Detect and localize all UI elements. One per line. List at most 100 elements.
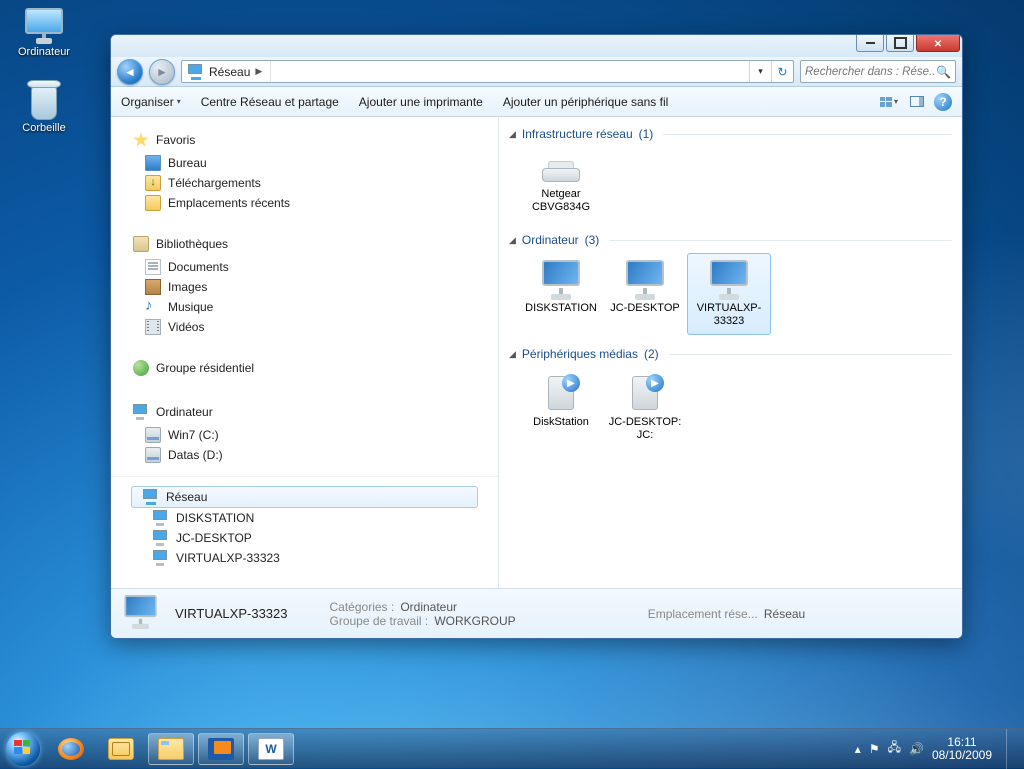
desktop-icon-label: Corbeille [22,122,65,134]
view-options-button[interactable]: ▾ [878,92,900,112]
taskbar: W ▴ ⚑ 🖧 🔊 16:11 08/10/2009 [0,728,1024,768]
tile-computer[interactable]: DISKSTATION [519,253,603,335]
nav-item-net-diskstation[interactable]: DISKSTATION [131,508,478,528]
refresh-icon: ↻ [777,65,787,79]
tile-computer[interactable]: JC-DESKTOP [603,253,687,335]
nav-item-documents[interactable]: Documents [123,257,486,277]
category-media: ◢Périphériques médias (2) ▶ DiskStation ▶… [509,345,952,449]
help-button[interactable]: ? [934,93,952,111]
nav-item-images[interactable]: Images [123,277,486,297]
tile-label: JC-DESKTOP: JC: [606,416,684,442]
document-icon [145,259,161,275]
nav-item-net-virtualxp[interactable]: VIRTUALXP-33323 [131,548,478,568]
computer-icon [153,530,169,546]
desktop-icon [145,155,161,171]
address-bar[interactable]: Réseau ▶ ▾ ↻ [181,60,794,83]
close-button[interactable] [916,34,960,52]
desktop-icon-recycle[interactable]: Corbeille [8,80,80,134]
nav-item-desktop[interactable]: Bureau [123,153,486,173]
maximize-button[interactable] [886,34,914,52]
triangle-down-icon: ◢ [509,235,516,246]
taskbar-app-explorer[interactable] [148,733,194,765]
drive-icon [145,447,161,463]
virtualpc-icon [208,738,234,760]
drive-icon [145,427,161,443]
toolbar-add-wireless[interactable]: Ajouter un périphérique sans fil [503,95,668,109]
computer-icon [538,260,584,300]
tray-flag-icon[interactable]: ⚑ [869,742,880,756]
images-icon [145,279,161,295]
tile-label: DiskStation [533,416,589,429]
tray-clock[interactable]: 16:11 08/10/2009 [932,736,992,762]
tile-media-device[interactable]: ▶ DiskStation [519,367,603,449]
nav-header-network[interactable]: Réseau [131,486,478,508]
start-button[interactable] [0,729,46,769]
preview-pane-button[interactable] [906,92,928,112]
minimize-button[interactable] [856,34,884,52]
titlebar[interactable] [111,35,962,57]
network-icon [188,64,204,80]
search-input[interactable] [805,66,936,78]
nav-group-favorites: Favoris Bureau Téléchargements Emplaceme… [111,123,498,219]
category-header-media[interactable]: ◢Périphériques médias (2) [509,345,952,363]
show-desktop-button[interactable] [1006,729,1016,769]
nav-forward-button[interactable]: ► [149,59,175,85]
tiles-icon [880,97,892,107]
nav-group-homegroup: Groupe résidentiel [111,351,498,387]
category-header-computers[interactable]: ◢Ordinateur (3) [509,231,952,249]
toolbar-network-center[interactable]: Centre Réseau et partage [201,95,339,109]
tile-computer-selected[interactable]: VIRTUALXP-33323 [687,253,771,335]
tile-label: Netgear CBVG834G [522,188,600,214]
chevron-down-icon: ▾ [177,97,181,106]
nav-header-computer[interactable]: Ordinateur [123,402,486,422]
taskbar-app-firefox[interactable] [48,733,94,765]
tray-network-icon[interactable]: 🖧 [888,738,901,759]
nav-group-network: Réseau DISKSTATION JC-DESKTOP VIRTUALXP-… [119,482,490,574]
taskbar-app-outlook[interactable] [98,733,144,765]
nav-item-downloads[interactable]: Téléchargements [123,173,486,193]
nav-item-music[interactable]: Musique [123,297,486,317]
nav-item-drive-c[interactable]: Win7 (C:) [123,425,486,445]
nav-item-videos[interactable]: Vidéos [123,317,486,337]
chevron-down-icon: ▾ [758,66,763,77]
tile-router[interactable]: Netgear CBVG834G [519,147,603,221]
toolbar-add-printer[interactable]: Ajouter une imprimante [359,95,483,109]
details-category: Catégories : Ordinateur [330,600,516,614]
computer-icon [133,404,149,420]
address-segment-network[interactable]: Réseau ▶ [182,61,271,82]
nav-header-favorites[interactable]: Favoris [123,130,486,150]
recent-icon [145,195,161,211]
tile-media-device[interactable]: ▶JC-DESKTOP: JC: [603,367,687,449]
nav-item-net-jcdesktop[interactable]: JC-DESKTOP [131,528,478,548]
content-pane: ◢Infrastructure réseau (1) Netgear CBVG8… [499,117,962,588]
nav-header-libraries[interactable]: Bibliothèques [123,234,486,254]
category-header-infrastructure[interactable]: ◢Infrastructure réseau (1) [509,125,952,143]
downloads-icon [145,175,161,191]
tray-more-icon[interactable]: ▴ [855,742,861,756]
nav-back-button[interactable]: ◄ [117,59,143,85]
nav-header-homegroup[interactable]: Groupe résidentiel [123,358,486,378]
taskbar-app-virtualpc[interactable] [198,733,244,765]
explorer-icon [158,738,184,760]
toolbar-organize[interactable]: Organiser▾ [121,95,181,109]
navigation-pane: Favoris Bureau Téléchargements Emplaceme… [111,117,499,588]
tray-volume-icon[interactable]: 🔊 [909,742,924,756]
tile-label: JC-DESKTOP [610,302,679,315]
maximize-icon [894,37,907,49]
desktop-icon-computer[interactable]: Ordinateur [8,8,80,58]
pane-icon [910,96,924,107]
search-box[interactable]: 🔍 [800,60,956,83]
chevron-down-icon: ▾ [894,97,898,106]
taskbar-app-word[interactable]: W [248,733,294,765]
category-infrastructure: ◢Infrastructure réseau (1) Netgear CBVG8… [509,125,952,221]
homegroup-icon [133,360,149,376]
address-dropdown-button[interactable]: ▾ [749,61,771,82]
nav-item-drive-d[interactable]: Datas (D:) [123,445,486,465]
close-icon [934,36,942,50]
nav-item-recent[interactable]: Emplacements récents [123,193,486,213]
computer-icon [153,510,169,526]
toolbar: Organiser▾ Centre Réseau et partage Ajou… [111,87,962,117]
media-device-icon: ▶ [538,374,584,414]
refresh-button[interactable]: ↻ [771,61,793,82]
desktop-icon-label: Ordinateur [18,46,70,58]
